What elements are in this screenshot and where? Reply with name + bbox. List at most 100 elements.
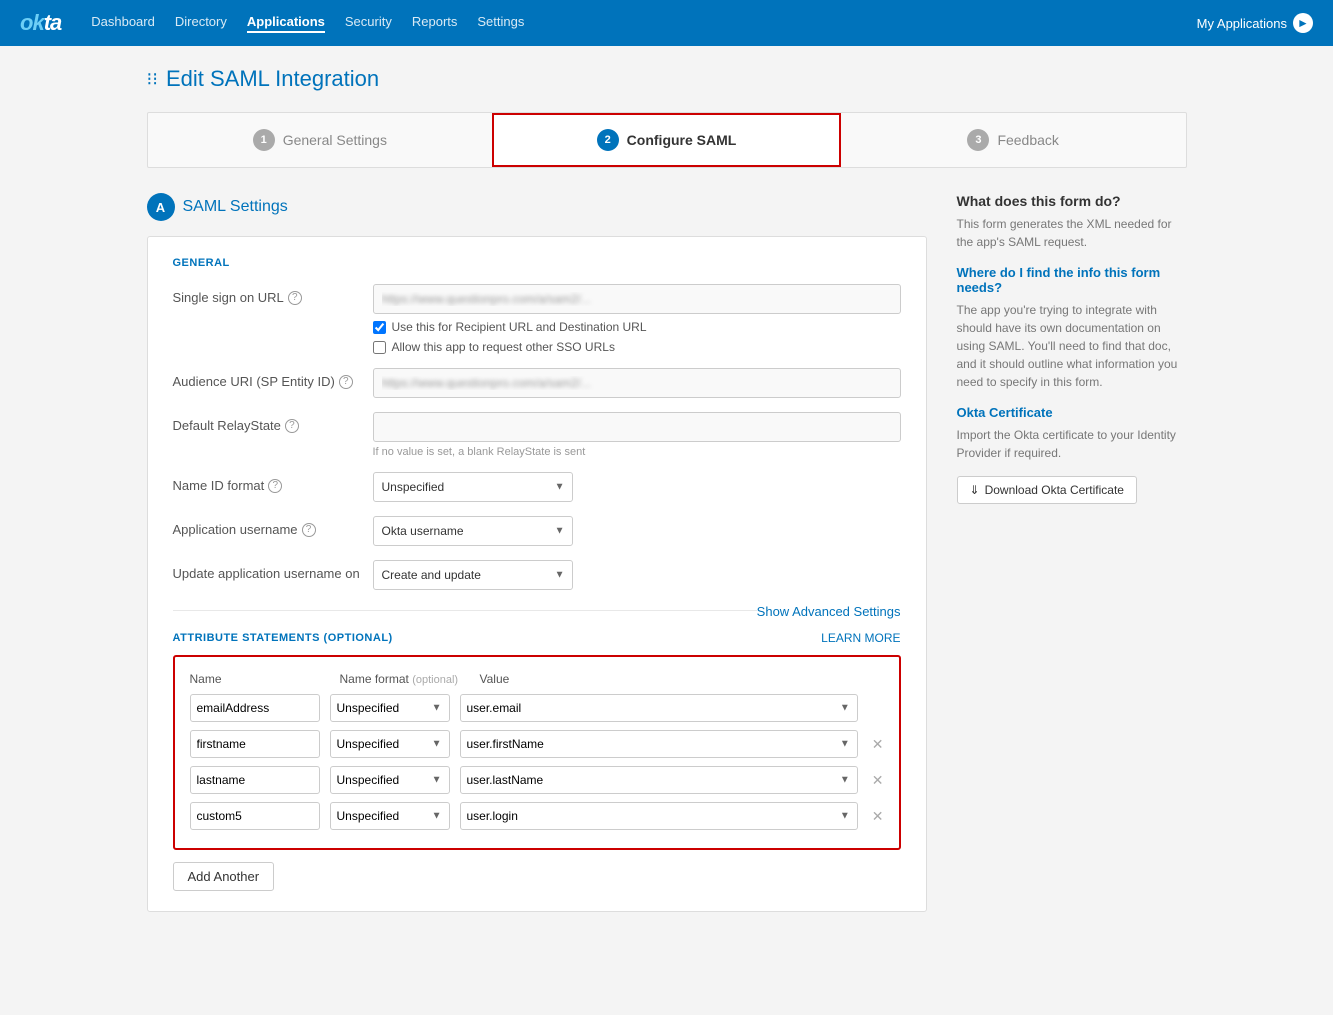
attr-format-0[interactable]: UnspecifiedBasicURI Reference <box>330 694 450 722</box>
relay-state-help-icon[interactable]: ? <box>285 419 299 433</box>
sso-url-help-icon[interactable]: ? <box>288 291 302 305</box>
sidebar-q3: Okta Certificate <box>957 405 1187 420</box>
attr-format-wrap-3: UnspecifiedBasicURI Reference ▼ <box>330 802 450 830</box>
relay-state-hint: If no value is set, a blank RelayState i… <box>373 446 901 458</box>
checkbox-sso-label: Allow this app to request other SSO URLs <box>392 340 615 354</box>
attr-value-wrap-3: user.loginuser.emailuser.firstNameuser.l… <box>460 802 858 830</box>
update-username-select-wrap: Create and update Create only ▼ <box>373 560 573 590</box>
audience-uri-help-icon[interactable]: ? <box>339 375 353 389</box>
attr-close-3[interactable]: ✕ <box>872 808 884 825</box>
attr-row-0: UnspecifiedBasicURI Reference ▼ user.ema… <box>185 694 889 722</box>
download-certificate-button[interactable]: ⇓ Download Okta Certificate <box>957 476 1137 504</box>
attr-name-2[interactable] <box>190 766 320 794</box>
name-id-format-row: Name ID format ? Unspecified EmailAddres… <box>173 472 901 502</box>
attr-close-2[interactable]: ✕ <box>872 772 884 789</box>
attr-format-2[interactable]: UnspecifiedBasicURI Reference <box>330 766 450 794</box>
nav-settings[interactable]: Settings <box>477 14 524 33</box>
attr-format-wrap-0: UnspecifiedBasicURI Reference ▼ <box>330 694 450 722</box>
form-area: A SAML Settings GENERAL Single sign on U… <box>147 193 927 927</box>
name-id-format-help-icon[interactable]: ? <box>268 479 282 493</box>
step-3-num: 3 <box>967 129 989 151</box>
attr-format-3[interactable]: UnspecifiedBasicURI Reference <box>330 802 450 830</box>
attr-value-3[interactable]: user.loginuser.emailuser.firstNameuser.l… <box>460 802 858 830</box>
app-username-select[interactable]: Okta username Email Custom <box>373 516 573 546</box>
name-id-format-label: Name ID format ? <box>173 472 373 493</box>
sso-url-label: Single sign on URL ? <box>173 284 373 305</box>
attr-name-3[interactable] <box>190 802 320 830</box>
attr-col-value-header: Value <box>480 672 884 686</box>
sidebar-q2: Where do I find the info this form needs… <box>957 265 1187 295</box>
attr-statements-title: ATTRIBUTE STATEMENTS (OPTIONAL) <box>173 632 393 644</box>
attr-col-format-header: Name format (optional) <box>340 672 470 686</box>
wizard-step-2[interactable]: 2 Configure SAML <box>492 113 841 167</box>
update-username-controls: Create and update Create only ▼ <box>373 560 901 590</box>
attr-value-1[interactable]: user.firstNameuser.emailuser.lastNameuse… <box>460 730 858 758</box>
audience-uri-row: Audience URI (SP Entity ID) ? <box>173 368 901 398</box>
name-id-format-select[interactable]: Unspecified EmailAddress Persistent Tran… <box>373 472 573 502</box>
attr-value-wrap-0: user.emailuser.firstNameuser.lastNameuse… <box>460 694 858 722</box>
nav-reports[interactable]: Reports <box>412 14 458 33</box>
audience-uri-input[interactable] <box>373 368 901 398</box>
app-username-controls: Okta username Email Custom ▼ <box>373 516 901 546</box>
sidebar-a1: This form generates the XML needed for t… <box>957 215 1187 251</box>
section-icon: A <box>147 193 175 221</box>
attr-format-wrap-1: UnspecifiedBasicURI Reference ▼ <box>330 730 450 758</box>
show-advanced-link[interactable]: Show Advanced Settings <box>757 604 901 619</box>
attr-row-2: UnspecifiedBasicURI Reference ▼ user.las… <box>185 766 889 794</box>
nav-security[interactable]: Security <box>345 14 392 33</box>
nav-applications[interactable]: Applications <box>247 14 325 33</box>
download-icon: ⇓ <box>970 483 980 497</box>
page-title: Edit SAML Integration <box>166 66 379 92</box>
add-another-button[interactable]: Add Another <box>173 862 275 891</box>
attr-name-1[interactable] <box>190 730 320 758</box>
attr-value-wrap-2: user.lastNameuser.emailuser.firstNameuse… <box>460 766 858 794</box>
wizard-step-1[interactable]: 1 General Settings <box>148 113 493 167</box>
divider <box>173 610 757 611</box>
name-id-format-select-wrap: Unspecified EmailAddress Persistent Tran… <box>373 472 573 502</box>
okta-logo: okta <box>20 10 61 36</box>
checkbox-recipient[interactable] <box>373 321 386 334</box>
sso-url-input[interactable] <box>373 284 901 314</box>
relay-state-input[interactable] <box>373 412 901 442</box>
wizard-steps: 1 General Settings 2 Configure SAML 3 Fe… <box>147 112 1187 168</box>
app-username-label: Application username ? <box>173 516 373 537</box>
sso-url-controls: Use this for Recipient URL and Destinati… <box>373 284 901 354</box>
sidebar: What does this form do? This form genera… <box>957 193 1187 504</box>
update-username-select[interactable]: Create and update Create only <box>373 560 573 590</box>
relay-state-controls: If no value is set, a blank RelayState i… <box>373 412 901 458</box>
page-content: ⁝⁝ Edit SAML Integration 1 General Setti… <box>117 46 1217 947</box>
attr-value-2[interactable]: user.lastNameuser.emailuser.firstNameuse… <box>460 766 858 794</box>
grid-icon: ⁝⁝ <box>147 69 158 90</box>
attr-col-name-header: Name <box>190 672 330 686</box>
nav-dashboard[interactable]: Dashboard <box>91 14 155 33</box>
checkbox-sso[interactable] <box>373 341 386 354</box>
checkbox-recipient-row: Use this for Recipient URL and Destinati… <box>373 320 901 334</box>
step-3-label: Feedback <box>997 132 1058 148</box>
attr-format-wrap-2: UnspecifiedBasicURI Reference ▼ <box>330 766 450 794</box>
nav-links: Dashboard Directory Applications Securit… <box>91 14 1196 33</box>
main-layout: A SAML Settings GENERAL Single sign on U… <box>147 193 1187 927</box>
sidebar-a2: The app you're trying to integrate with … <box>957 301 1187 391</box>
step-2-label: Configure SAML <box>627 132 737 148</box>
app-username-help-icon[interactable]: ? <box>302 523 316 537</box>
form-card: GENERAL Single sign on URL ? Use this fo… <box>147 236 927 912</box>
attr-format-1[interactable]: UnspecifiedBasicURI Reference <box>330 730 450 758</box>
update-username-row: Update application username on Create an… <box>173 560 901 590</box>
wizard-step-3[interactable]: 3 Feedback <box>841 113 1186 167</box>
relay-state-label: Default RelayState ? <box>173 412 373 433</box>
attr-close-1[interactable]: ✕ <box>872 736 884 753</box>
attr-value-0[interactable]: user.emailuser.firstNameuser.lastNameuse… <box>460 694 858 722</box>
attr-value-wrap-1: user.firstNameuser.emailuser.lastNameuse… <box>460 730 858 758</box>
name-id-format-controls: Unspecified EmailAddress Persistent Tran… <box>373 472 901 502</box>
update-username-label: Update application username on <box>173 560 373 581</box>
learn-more-link[interactable]: LEARN MORE <box>821 631 900 645</box>
sidebar-a3: Import the Okta certificate to your Iden… <box>957 426 1187 462</box>
attr-name-0[interactable] <box>190 694 320 722</box>
attr-table: Name Name format (optional) Value Unspec… <box>173 655 901 850</box>
general-label: GENERAL <box>173 257 901 269</box>
page-title-area: ⁝⁝ Edit SAML Integration <box>147 66 1187 92</box>
my-applications[interactable]: My Applications ► <box>1197 13 1313 33</box>
nav-directory[interactable]: Directory <box>175 14 227 33</box>
app-username-select-wrap: Okta username Email Custom ▼ <box>373 516 573 546</box>
format-optional: (optional) <box>412 674 458 686</box>
